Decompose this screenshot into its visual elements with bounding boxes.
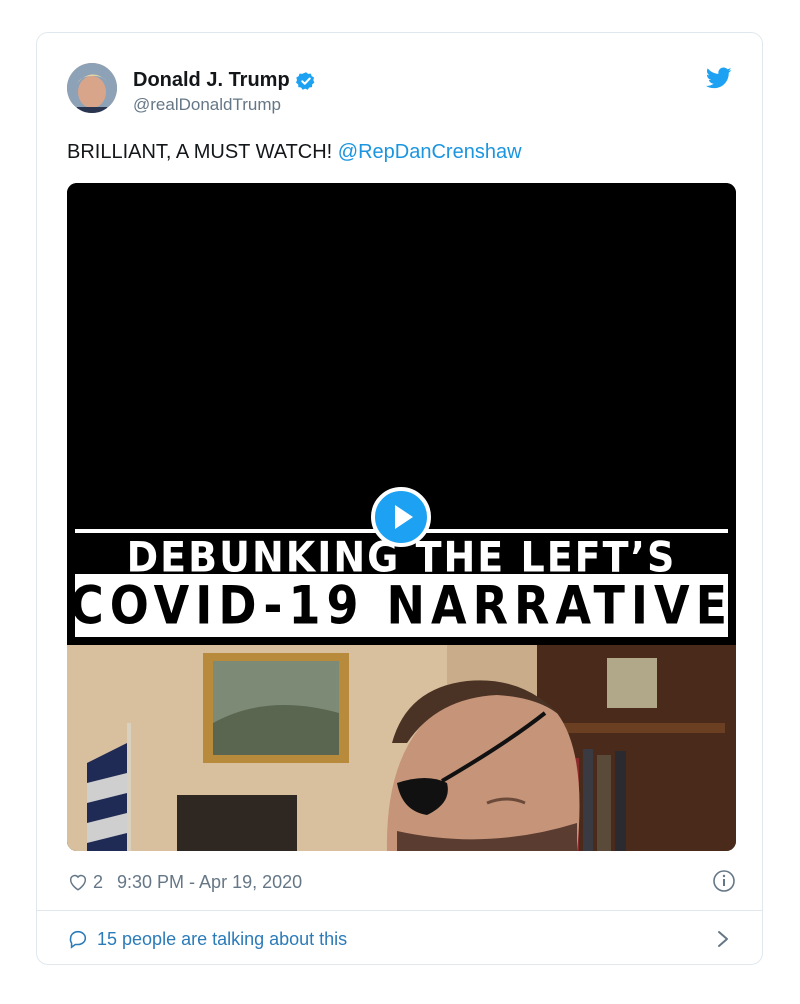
- tweet-card: Donald J. Trump @realDonaldTrump BRILLIA…: [36, 32, 763, 965]
- conversation-link[interactable]: 15 people are talking about this: [67, 925, 736, 953]
- chevron-right-icon[interactable]: [714, 927, 732, 951]
- tweet-body: BRILLIANT, A MUST WATCH!: [67, 141, 338, 163]
- conversation-text[interactable]: 15 people are talking about this: [97, 929, 347, 950]
- video-player[interactable]: DEBUNKING THE LEFT’S COVID-19 NARRATIVE: [67, 183, 736, 851]
- twitter-bird-icon[interactable]: [706, 65, 732, 91]
- divider: [37, 910, 762, 911]
- author-handle[interactable]: @realDonaldTrump: [133, 95, 281, 115]
- timestamp[interactable]: 9:30 PM - Apr 19, 2020: [117, 872, 302, 893]
- author-name-row[interactable]: Donald J. Trump: [133, 69, 316, 92]
- play-icon[interactable]: [371, 487, 431, 547]
- tweet-meta: 2 9:30 PM - Apr 19, 2020: [67, 869, 736, 895]
- video-title-line2: COVID-19 NARRATIVE: [70, 573, 733, 637]
- avatar[interactable]: [67, 63, 117, 113]
- author-name[interactable]: Donald J. Trump: [133, 69, 290, 92]
- speech-bubble-icon: [69, 930, 87, 949]
- avatar-image: [67, 63, 117, 113]
- tweet-text: BRILLIANT, A MUST WATCH! @RepDanCrenshaw: [67, 141, 522, 164]
- verified-badge-icon: [295, 71, 315, 90]
- info-icon[interactable]: [712, 869, 736, 893]
- heart-icon[interactable]: [67, 871, 89, 893]
- like-count[interactable]: 2: [93, 872, 103, 893]
- mention-link[interactable]: @RepDanCrenshaw: [338, 141, 522, 163]
